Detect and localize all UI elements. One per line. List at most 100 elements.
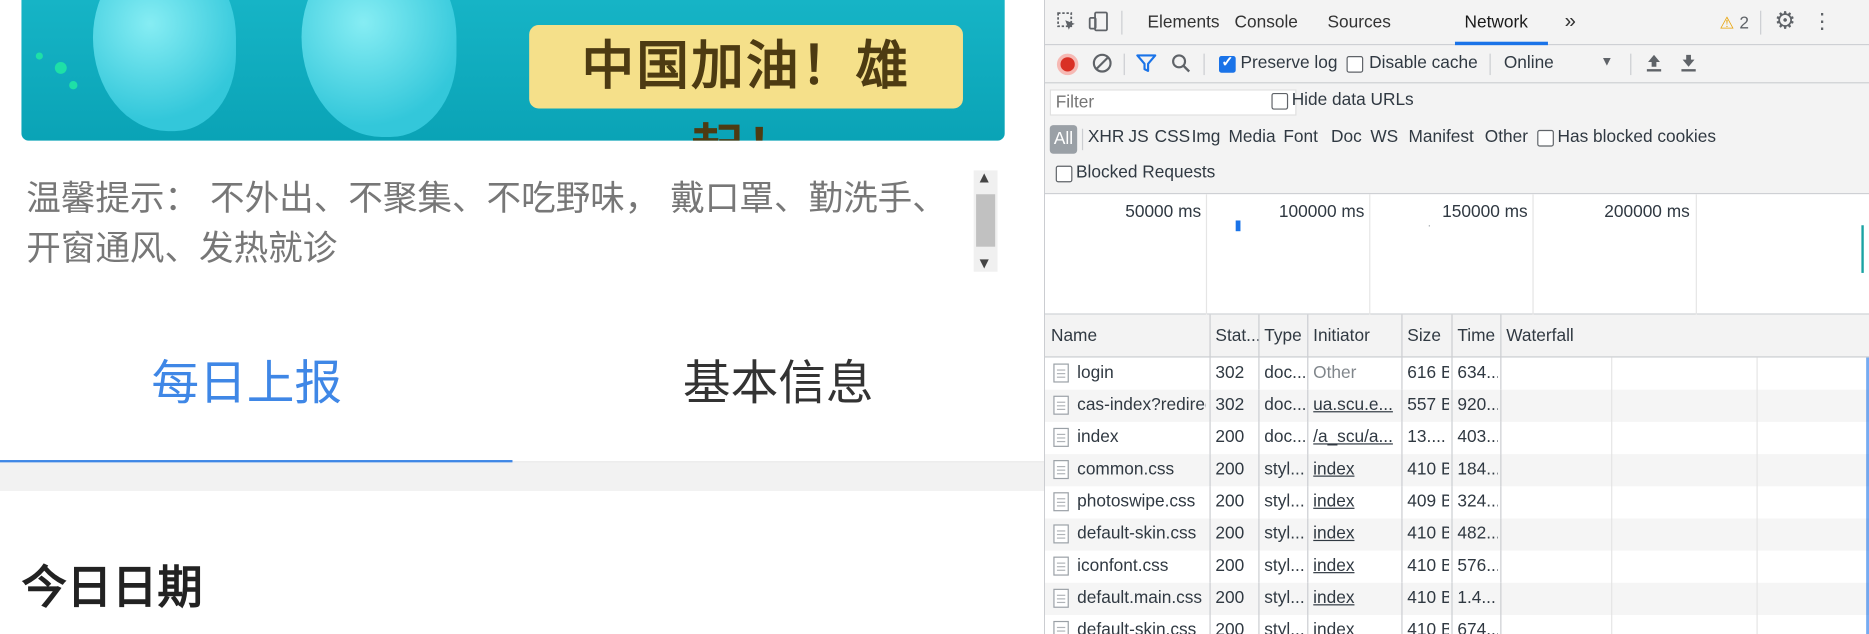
column-header-initiator[interactable]: Initiator [1313, 327, 1370, 346]
filter-input[interactable] [1049, 89, 1297, 116]
filter-type-img[interactable]: Img [1192, 128, 1221, 147]
timeline-request-bar [1428, 225, 1430, 227]
record-icon[interactable] [1056, 53, 1079, 76]
request-initiator[interactable]: index [1313, 524, 1399, 543]
request-initiator[interactable]: index [1313, 460, 1399, 479]
timeline-request-bar [1861, 225, 1868, 273]
column-separator [1401, 582, 1403, 615]
request-row[interactable]: iconfont.css 200 styl... index 410 B 576... [1045, 550, 1869, 583]
warning-icon: ⚠ [1719, 13, 1735, 33]
filter-type-css[interactable]: CSS [1155, 128, 1191, 147]
column-separator [1500, 518, 1502, 551]
request-time: 482... [1457, 524, 1498, 544]
toolbar-separator [1489, 53, 1491, 76]
blocked-requests-checkbox[interactable] [1055, 165, 1073, 183]
request-status: 200 [1215, 556, 1245, 576]
clear-icon[interactable] [1091, 52, 1112, 78]
search-icon[interactable] [1170, 52, 1191, 78]
throttling-dropdown-arrow[interactable]: ▼ [1600, 55, 1613, 69]
filter-type-doc[interactable]: Doc [1331, 128, 1362, 147]
import-har-icon[interactable] [1644, 52, 1663, 78]
file-icon [1053, 588, 1069, 608]
tab-daily-report[interactable]: 每日上报 [0, 350, 508, 417]
file-icon [1053, 492, 1069, 512]
column-separator [1401, 389, 1403, 422]
column-header-size[interactable]: Size [1407, 327, 1441, 346]
request-initiator[interactable]: index [1313, 589, 1399, 608]
tab-sources[interactable]: Sources [1327, 13, 1390, 32]
tab-network[interactable]: Network [1465, 13, 1528, 32]
toolbar-separator [1760, 10, 1762, 35]
devtools-tab-bar: Elements Console Sources Network » ⚠ 2 ⚙… [1045, 0, 1869, 46]
notice-scrollbar[interactable]: ▲ ▼ [973, 170, 998, 272]
request-name[interactable]: default-skin.css [1077, 524, 1206, 543]
request-initiator[interactable]: /a_scu/a... [1313, 428, 1399, 447]
request-time: 1.4... [1457, 588, 1496, 608]
request-row[interactable]: common.css 200 styl... index 410 B 184... [1045, 454, 1869, 487]
device-toolbar-icon[interactable] [1088, 11, 1109, 37]
column-separator [1307, 357, 1309, 390]
filter-type-media[interactable]: Media [1229, 128, 1276, 147]
filter-type-other[interactable]: Other [1485, 128, 1528, 147]
filter-type-js[interactable]: JS [1128, 128, 1148, 147]
request-name[interactable]: index [1077, 428, 1206, 447]
has-blocked-cookies-checkbox[interactable] [1537, 129, 1554, 147]
request-row[interactable]: default-skin.css 200 styl... index 410 B 674.… [1045, 614, 1869, 634]
tab-elements[interactable]: Elements [1147, 13, 1219, 32]
tab-basic-info[interactable]: 基本信息 [517, 350, 1039, 417]
tab-console[interactable]: Console [1234, 13, 1297, 32]
settings-gear-icon[interactable]: ⚙ [1774, 10, 1795, 34]
request-initiator[interactable]: ua.scu.e... [1313, 396, 1399, 415]
file-icon [1053, 620, 1069, 634]
filter-type-all[interactable]: All [1049, 125, 1078, 154]
request-row[interactable]: default.main.css 200 styl... index 410 B 1.4.… [1045, 582, 1869, 615]
scrollbar-thumb[interactable] [976, 194, 996, 247]
column-separator [1258, 550, 1260, 583]
request-row[interactable]: index 200 doc... /a_scu/a... 13.... 403... [1045, 421, 1869, 455]
export-har-icon[interactable] [1679, 52, 1698, 78]
column-header-status[interactable]: Stat... [1215, 327, 1260, 346]
column-separator [1307, 518, 1309, 551]
request-name[interactable]: cas-index?redirec... [1077, 396, 1206, 415]
hide-data-urls-checkbox[interactable] [1271, 92, 1289, 110]
request-status: 200 [1215, 524, 1245, 544]
request-name[interactable]: login [1077, 363, 1206, 382]
request-row[interactable]: default-skin.css 200 styl... index 410 B 482.… [1045, 518, 1869, 551]
filter-type-ws[interactable]: WS [1370, 128, 1398, 147]
request-name[interactable]: photoswipe.css [1077, 492, 1206, 511]
column-header-type[interactable]: Type [1264, 327, 1301, 346]
column-header-time[interactable]: Time [1457, 327, 1495, 346]
request-time: 576... [1457, 556, 1498, 576]
scroll-up-icon[interactable]: ▲ [980, 172, 989, 185]
filter-type-xhr[interactable]: XHR [1088, 128, 1124, 147]
request-name[interactable]: iconfont.css [1077, 557, 1206, 576]
disable-cache-checkbox[interactable] [1346, 56, 1364, 73]
warnings-badge[interactable]: ⚠ 2 [1720, 13, 1749, 33]
column-header-waterfall[interactable]: Waterfall [1506, 327, 1574, 346]
filter-icon[interactable] [1136, 52, 1157, 78]
more-tabs-button[interactable]: » [1565, 10, 1576, 34]
request-name[interactable]: common.css [1077, 460, 1206, 479]
request-row[interactable]: photoswipe.css 200 styl... index 409 B 324... [1045, 486, 1869, 519]
request-initiator[interactable]: index [1313, 621, 1399, 634]
request-name[interactable]: default-skin.css [1077, 621, 1206, 634]
request-initiator[interactable]: index [1313, 557, 1399, 576]
filter-type-font[interactable]: Font [1283, 128, 1318, 147]
inspect-element-icon[interactable] [1056, 11, 1077, 37]
request-name[interactable]: default.main.css [1077, 589, 1206, 608]
column-separator [1307, 550, 1309, 583]
request-initiator[interactable]: index [1313, 492, 1399, 511]
column-separator [1451, 614, 1453, 634]
request-row[interactable]: login 302 doc... Other 616 B 634... [1045, 357, 1869, 390]
network-overview-timeline[interactable]: 50000 ms 100000 ms 150000 ms 200000 ms [1045, 194, 1869, 315]
filter-type-manifest[interactable]: Manifest [1408, 128, 1473, 147]
column-separator [1209, 486, 1211, 519]
preserve-log-checkbox[interactable] [1219, 54, 1236, 73]
notice-text: 温馨提示： 不外出、不聚集、不吃野味， 戴口罩、勤洗手、开窗通风、发热就诊 [26, 177, 947, 269]
lung-graphic-right [301, 0, 457, 138]
throttling-select[interactable]: Online [1504, 54, 1554, 73]
column-header-name[interactable]: Name [1051, 327, 1097, 346]
request-row[interactable]: cas-index?redirec... 302 doc... ua.scu.e...… [1045, 389, 1869, 422]
scroll-down-icon[interactable]: ▼ [980, 257, 989, 270]
more-options-icon[interactable]: ⋮ [1811, 10, 1832, 34]
